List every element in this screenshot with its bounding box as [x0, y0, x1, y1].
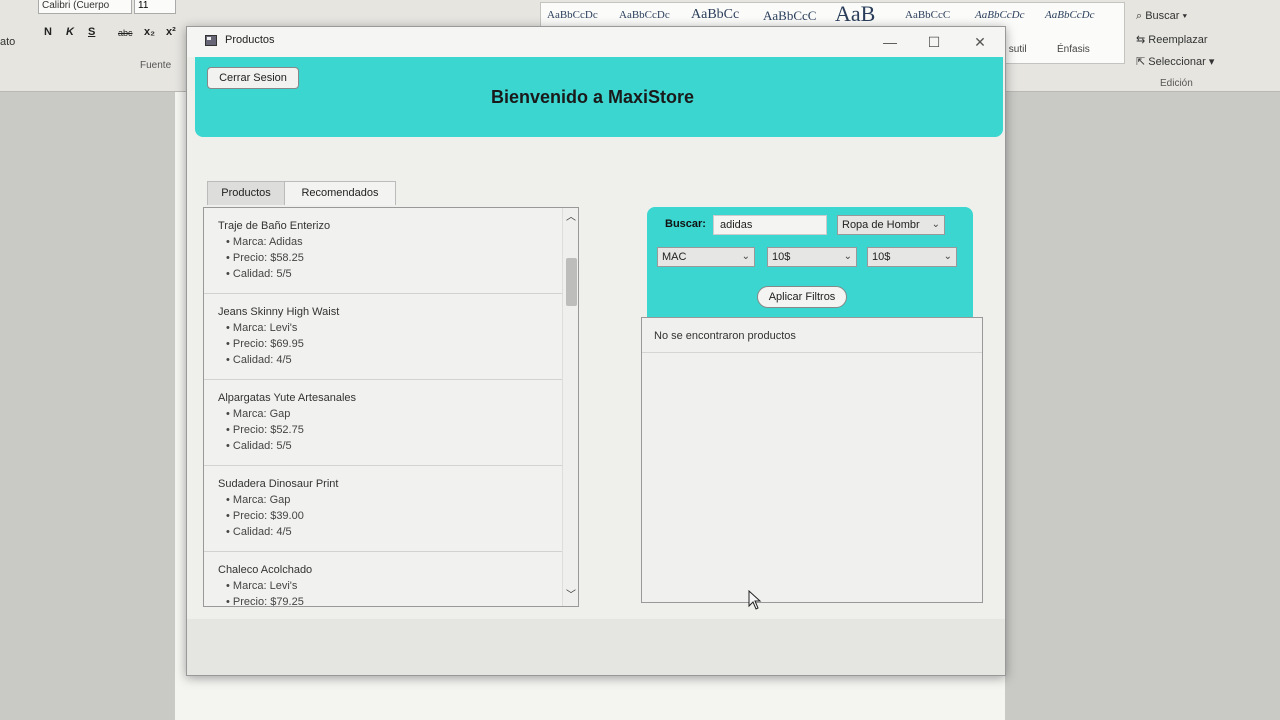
font-group-label: Fuente — [140, 60, 172, 71]
search-input[interactable] — [713, 215, 827, 235]
superscript-button[interactable]: x² — [166, 26, 176, 38]
product-price: • Precio: $58.25 — [226, 252, 304, 264]
product-quality: • Calidad: 5/5 — [226, 440, 292, 452]
chevron-down-icon: ⌄ — [843, 251, 852, 262]
product-list-scrollbar[interactable]: ︿ ﹀ — [562, 208, 578, 606]
product-price: • Precio: $52.75 — [226, 424, 304, 436]
minimize-button[interactable]: — — [873, 31, 907, 53]
no-results-message: No se encontraron productos — [654, 330, 796, 342]
window-title: Productos — [225, 34, 275, 46]
ribbon-select-button[interactable]: ⇱ Seleccionar ▾ — [1136, 55, 1214, 68]
results-list[interactable]: No se encontraron productos — [641, 317, 983, 603]
ribbon-replace-button[interactable]: ⇆ Reemplazar — [1136, 33, 1208, 46]
brand-select[interactable]: MAC ⌄ — [657, 247, 755, 267]
style-title[interactable]: AaB — [835, 1, 875, 27]
italic-button[interactable]: K — [66, 26, 74, 38]
product-price: • Precio: $39.00 — [226, 510, 304, 522]
font-size-select[interactable]: 11 — [134, 0, 176, 14]
logout-button[interactable]: Cerrar Sesion — [207, 67, 299, 89]
maximize-button[interactable]: ☐ — [917, 31, 951, 53]
category-select[interactable]: Ropa de Hombr ⌄ — [837, 215, 945, 235]
category-select-value: Ropa de Hombr — [842, 219, 920, 231]
tab-productos[interactable]: Productos — [207, 181, 285, 205]
style-heading2[interactable]: AaBbCcC — [763, 8, 816, 24]
ribbon-find-button[interactable]: ⌕ Buscar ▾ — [1136, 10, 1187, 23]
replace-icon: ⇆ — [1136, 34, 1149, 46]
style-nospacing[interactable]: AaBbCcDc — [619, 9, 670, 21]
scroll-thumb[interactable] — [566, 258, 577, 306]
close-button[interactable]: ✕ — [963, 31, 997, 53]
list-item[interactable]: Sudadera Dinosaur Print • Marca: Gap • P… — [204, 466, 562, 552]
list-item[interactable]: Chaleco Acolchado • Marca: Levi's • Prec… — [204, 552, 562, 607]
font-name-select[interactable]: Calibri (Cuerpo — [38, 0, 132, 14]
product-brand: • Marca: Levi's — [226, 580, 298, 592]
list-item[interactable]: Alpargatas Yute Artesanales • Marca: Gap… — [204, 380, 562, 466]
editing-group-label: Edición — [1160, 78, 1193, 89]
product-brand: • Marca: Gap — [226, 408, 291, 420]
product-price: • Precio: $79.25 — [226, 596, 304, 607]
list-item[interactable]: Jeans Skinny High Waist • Marca: Levi's … — [204, 294, 562, 380]
select-label: Seleccionar — [1148, 56, 1206, 68]
price-max-select[interactable]: 10$ ⌄ — [867, 247, 957, 267]
strikethrough-button[interactable]: abc — [118, 28, 133, 38]
scroll-down-chevron-icon[interactable]: ﹀ — [563, 588, 578, 604]
find-label: Buscar — [1145, 10, 1180, 22]
product-name: Chaleco Acolchado — [218, 564, 313, 576]
style-emphasis[interactable]: AaBbCcDc — [1045, 9, 1094, 21]
product-price: • Precio: $69.95 — [226, 338, 304, 350]
style-subtitle[interactable]: AaBbCcC — [905, 9, 950, 21]
list-item[interactable]: Traje de Baño Enterizo • Marca: Adidas •… — [204, 208, 562, 294]
app-window-icon — [205, 35, 217, 46]
underline-button[interactable]: S — [88, 26, 95, 38]
product-brand: • Marca: Adidas — [226, 236, 303, 248]
product-quality: • Calidad: 4/5 — [226, 354, 292, 366]
search-label: Buscar: — [665, 218, 706, 230]
product-name: Jeans Skinny High Waist — [218, 306, 340, 318]
style-label-emphasis: Énfasis — [1057, 44, 1090, 55]
chevron-down-icon: ⌄ — [741, 251, 750, 262]
product-brand: • Marca: Gap — [226, 494, 291, 506]
product-name: Sudadera Dinosaur Print — [218, 478, 339, 490]
subscript-button[interactable]: x₂ — [144, 26, 155, 38]
price-max-value: 10$ — [872, 251, 891, 263]
ribbon-left-label: ato — [0, 36, 16, 48]
product-list[interactable]: Traje de Baño Enterizo • Marca: Adidas •… — [203, 207, 579, 607]
replace-label: Reemplazar — [1148, 34, 1208, 46]
price-min-select[interactable]: 10$ ⌄ — [767, 247, 857, 267]
search-icon: ⌕ — [1136, 10, 1146, 22]
tab-recomendados[interactable]: Recomendados — [284, 181, 396, 205]
results-divider — [642, 352, 982, 353]
chevron-down-icon: ⌄ — [931, 219, 940, 230]
title-bar[interactable]: Productos — ☐ ✕ — [187, 27, 1005, 57]
product-name: Alpargatas Yute Artesanales — [218, 392, 357, 404]
product-quality: • Calidad: 5/5 — [226, 268, 292, 280]
scroll-up-chevron-icon[interactable]: ︿ — [563, 210, 578, 226]
window-footer — [187, 619, 1005, 675]
product-brand: • Marca: Levi's — [226, 322, 298, 334]
apply-filters-button[interactable]: Aplicar Filtros — [757, 286, 847, 308]
style-normal[interactable]: AaBbCcDc — [547, 9, 598, 21]
price-min-value: 10$ — [772, 251, 791, 263]
brand-select-value: MAC — [662, 251, 687, 263]
welcome-title: Bienvenido a MaxiStore — [491, 87, 695, 107]
chevron-down-icon: ⌄ — [943, 251, 952, 262]
style-heading1[interactable]: AaBbCc — [691, 7, 739, 23]
productos-window: Productos — ☐ ✕ Cerrar Sesion Bienvenido… — [186, 26, 1006, 676]
product-name: Traje de Baño Enterizo — [218, 220, 331, 232]
header-banner: Cerrar Sesion Bienvenido a MaxiStore — [195, 57, 1003, 137]
style-subtle[interactable]: AaBbCcDc — [975, 9, 1024, 21]
mouse-cursor-icon — [748, 590, 762, 610]
product-quality: • Calidad: 4/5 — [226, 526, 292, 538]
bold-button[interactable]: N — [44, 26, 52, 38]
filter-panel: Buscar: Ropa de Hombr ⌄ MAC ⌄ 10$ ⌄ 10$ … — [647, 207, 973, 317]
select-icon: ⇱ — [1136, 56, 1149, 68]
